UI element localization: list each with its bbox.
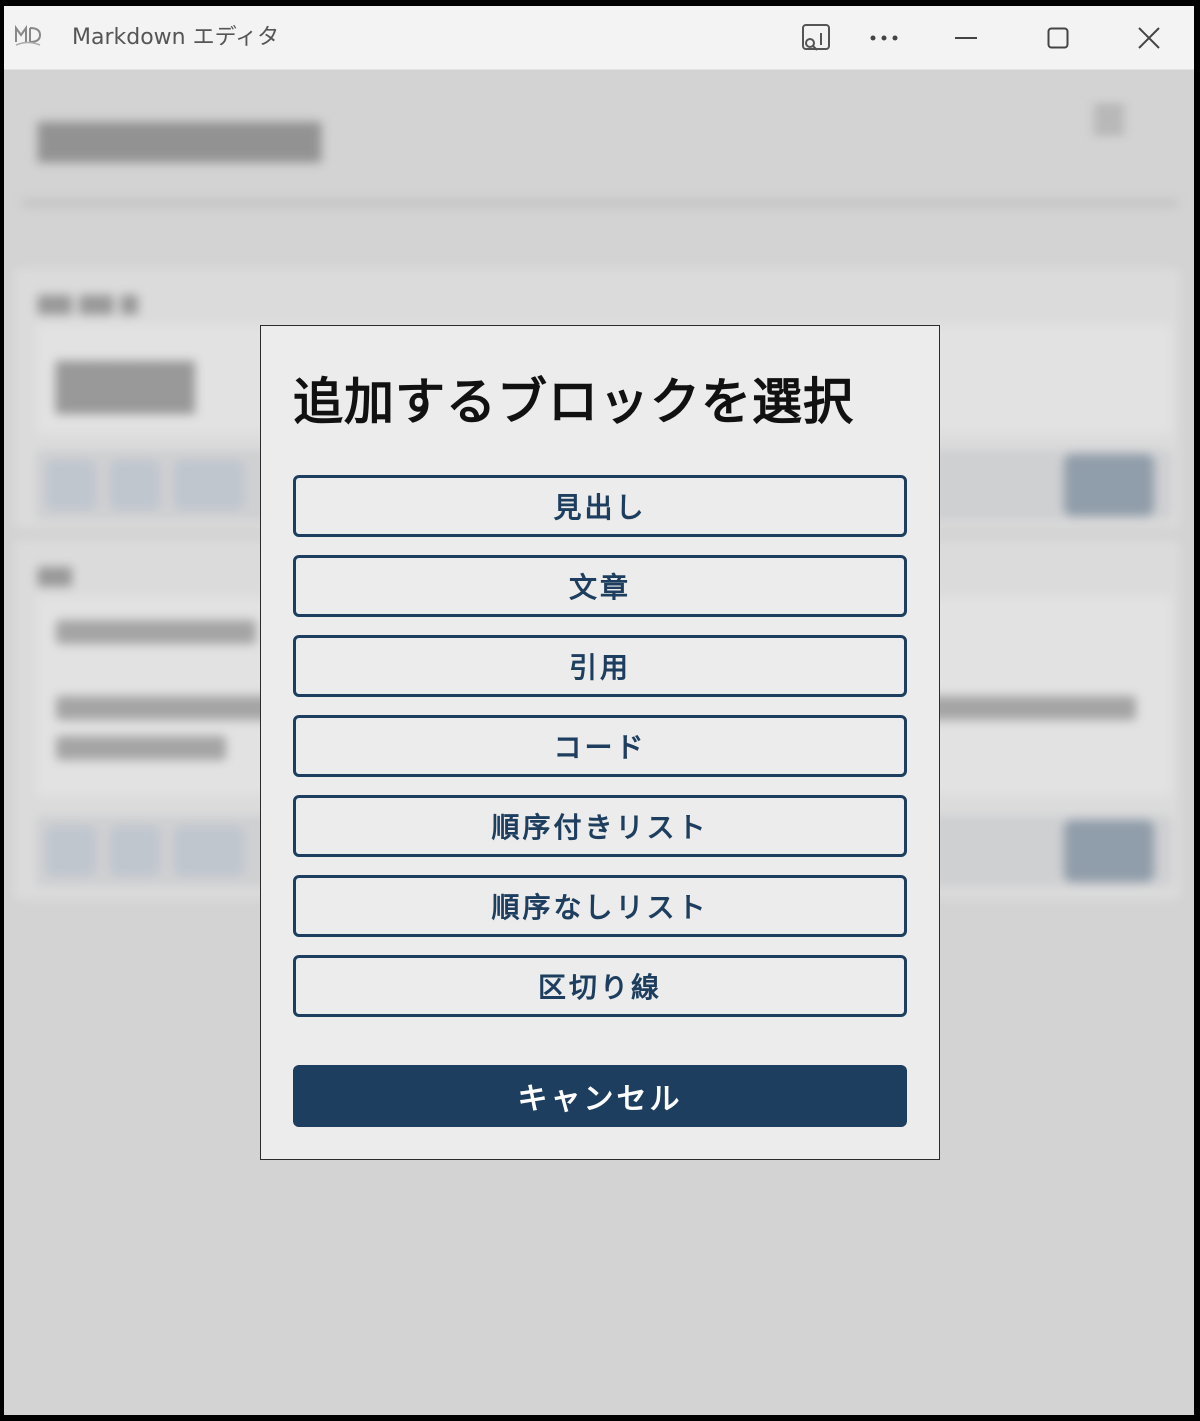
dialog-title: 追加するブロックを選択 [293, 373, 854, 431]
close-icon [1138, 27, 1160, 49]
option-quote-button[interactable]: 引用 [293, 635, 907, 697]
minimize-button[interactable] [936, 16, 996, 60]
cast-icon [802, 24, 830, 51]
maximize-icon [1047, 27, 1069, 49]
option-heading-button[interactable]: 見出し [293, 475, 907, 537]
maximize-button[interactable] [1028, 16, 1088, 60]
option-unordered-list-button[interactable]: 順序なしリスト [293, 875, 907, 937]
cancel-button[interactable]: キャンセル [293, 1065, 907, 1127]
window-title: Markdown エディタ [72, 25, 280, 50]
option-paragraph-button[interactable]: 文章 [293, 555, 907, 617]
more-icon [870, 35, 898, 41]
option-code-button[interactable]: コード [293, 715, 907, 777]
option-ordered-list-button[interactable]: 順序付きリスト [293, 795, 907, 857]
more-button[interactable] [854, 16, 914, 60]
app-window: Markdown エディタ ▆▆▆▆▆▆▆▆ ▆▆ ▆▆ ▆ ▆▆▆ ▆▆ 追加… [4, 6, 1194, 1415]
option-divider-button[interactable]: 区切り線 [293, 955, 907, 1017]
minimize-icon [955, 37, 977, 39]
cast-button[interactable] [786, 16, 846, 60]
close-button[interactable] [1119, 16, 1179, 60]
md-logo-icon [14, 24, 42, 48]
title-bar: Markdown エディタ [4, 6, 1194, 70]
add-block-dialog: 追加するブロックを選択 見出し 文章 引用 コード 順序付きリスト 順序なしリス… [260, 325, 940, 1160]
